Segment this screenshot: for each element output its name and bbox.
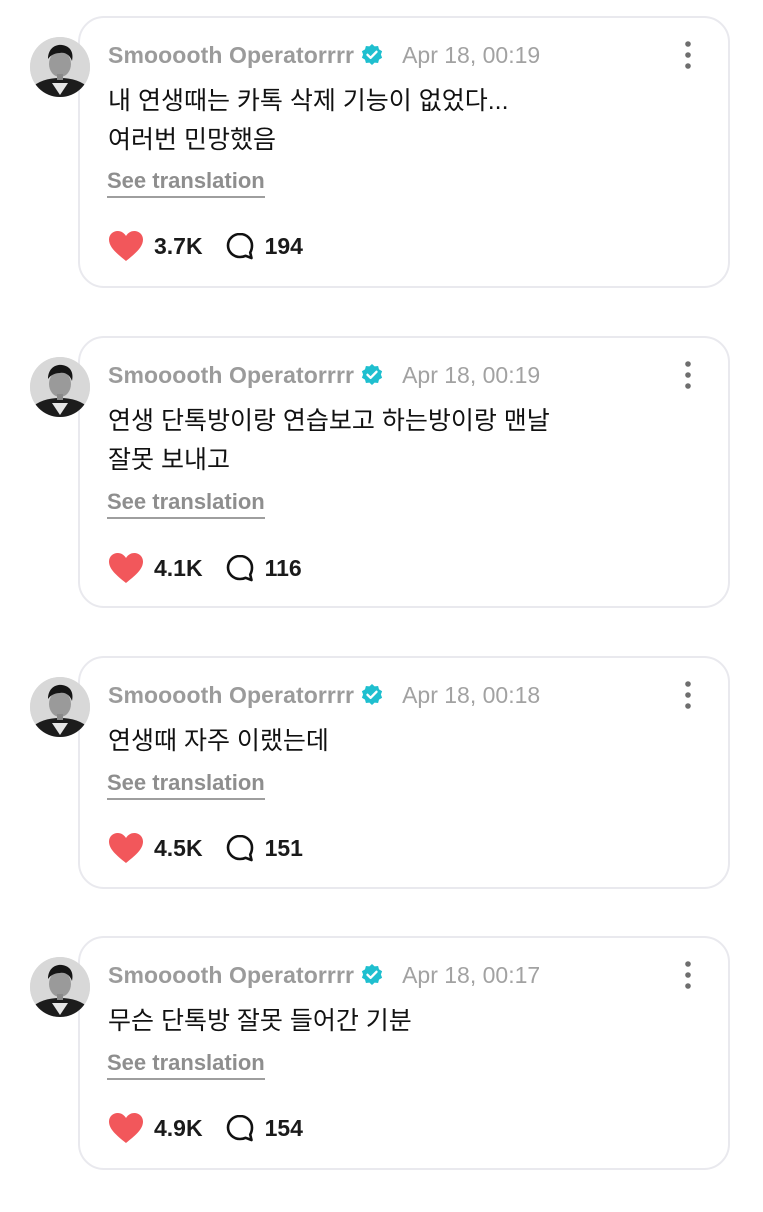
- see-translation-link[interactable]: See translation: [107, 168, 265, 198]
- post-text-line: 잘못 보내고: [108, 446, 230, 474]
- reply-button[interactable]: 116: [225, 553, 302, 583]
- reply-count: 154: [264, 1114, 303, 1141]
- reply-count: 151: [264, 834, 303, 861]
- avatar[interactable]: [30, 37, 90, 97]
- post[interactable]: Smooooth Operatorrrr Apr 18, 00:19 내 연생때…: [0, 16, 763, 292]
- post-actions: 4.1K 116: [108, 548, 302, 588]
- like-button[interactable]: 3.7K: [108, 230, 203, 262]
- post[interactable]: Smooooth Operatorrrr Apr 18, 00:17 무슨 단톡…: [0, 936, 763, 1212]
- post-text: 무슨 단톡방 잘못 들어간 기분: [108, 1002, 698, 1041]
- more-vertical-icon[interactable]: [680, 960, 696, 990]
- post-header: Smooooth Operatorrrr Apr 18, 00:19: [108, 358, 540, 392]
- more-vertical-icon[interactable]: [680, 40, 696, 70]
- verified-badge-icon: [360, 43, 384, 67]
- reply-button[interactable]: 154: [225, 1113, 303, 1143]
- heart-icon: [108, 552, 144, 584]
- post-text: 내 연생때는 카톡 삭제 기능이 없었다... 여러번 민망했음: [108, 82, 698, 160]
- reply-button[interactable]: 194: [225, 231, 303, 261]
- username[interactable]: Smooooth Operatorrrr: [108, 682, 354, 709]
- heart-icon: [108, 1112, 144, 1144]
- heart-icon: [108, 832, 144, 864]
- timestamp: Apr 18, 00:17: [402, 961, 541, 988]
- reply-button[interactable]: 151: [225, 833, 303, 863]
- like-button[interactable]: 4.5K: [108, 832, 203, 864]
- verified-badge-icon: [360, 683, 384, 707]
- post-actions: 4.9K 154: [108, 1108, 303, 1148]
- post-text-line: 내 연생때는 카톡 삭제 기능이 없었다...: [108, 87, 509, 115]
- like-count: 4.1K: [154, 554, 203, 581]
- avatar[interactable]: [30, 677, 90, 737]
- speech-bubble-icon: [225, 833, 255, 863]
- speech-bubble-icon: [225, 553, 255, 583]
- post-text-line: 연생때 자주 이랬는데: [108, 727, 329, 755]
- heart-icon: [108, 230, 144, 262]
- like-button[interactable]: 4.9K: [108, 1112, 203, 1144]
- post[interactable]: Smooooth Operatorrrr Apr 18, 00:18 연생때 자…: [0, 656, 763, 932]
- post-header: Smooooth Operatorrrr Apr 18, 00:19: [108, 38, 540, 72]
- avatar[interactable]: [30, 357, 90, 417]
- like-count: 3.7K: [154, 232, 203, 259]
- username[interactable]: Smooooth Operatorrrr: [108, 42, 354, 69]
- post-header: Smooooth Operatorrrr Apr 18, 00:17: [108, 958, 540, 992]
- post[interactable]: Smooooth Operatorrrr Apr 18, 00:19 연생 단톡…: [0, 336, 763, 612]
- post-text-line: 연생 단톡방이랑 연습보고 하는방이랑 맨날: [108, 407, 550, 435]
- like-count: 4.5K: [154, 834, 203, 861]
- see-translation-link[interactable]: See translation: [107, 770, 265, 800]
- username[interactable]: Smooooth Operatorrrr: [108, 362, 354, 389]
- see-translation-link[interactable]: See translation: [107, 1050, 265, 1080]
- more-vertical-icon[interactable]: [680, 360, 696, 390]
- post-actions: 4.5K 151: [108, 828, 303, 868]
- see-translation-link[interactable]: See translation: [107, 489, 265, 519]
- post-text-line: 여러번 민망했음: [108, 126, 276, 154]
- thread-feed: Smooooth Operatorrrr Apr 18, 00:19 내 연생때…: [0, 0, 763, 1200]
- post-text: 연생때 자주 이랬는데: [108, 722, 698, 761]
- username[interactable]: Smooooth Operatorrrr: [108, 962, 354, 989]
- timestamp: Apr 18, 00:19: [402, 361, 541, 388]
- post-header: Smooooth Operatorrrr Apr 18, 00:18: [108, 678, 540, 712]
- verified-badge-icon: [360, 963, 384, 987]
- post-text: 연생 단톡방이랑 연습보고 하는방이랑 맨날 잘못 보내고: [108, 402, 698, 480]
- like-button[interactable]: 4.1K: [108, 552, 203, 584]
- timestamp: Apr 18, 00:18: [402, 681, 541, 708]
- like-count: 4.9K: [154, 1114, 203, 1141]
- more-vertical-icon[interactable]: [680, 680, 696, 710]
- speech-bubble-icon: [225, 1113, 255, 1143]
- post-text-line: 무슨 단톡방 잘못 들어간 기분: [108, 1007, 412, 1035]
- speech-bubble-icon: [225, 231, 255, 261]
- post-actions: 3.7K 194: [108, 226, 303, 266]
- reply-count: 116: [264, 554, 302, 581]
- verified-badge-icon: [360, 363, 384, 387]
- timestamp: Apr 18, 00:19: [402, 41, 541, 68]
- reply-count: 194: [264, 232, 303, 259]
- avatar[interactable]: [30, 957, 90, 1017]
